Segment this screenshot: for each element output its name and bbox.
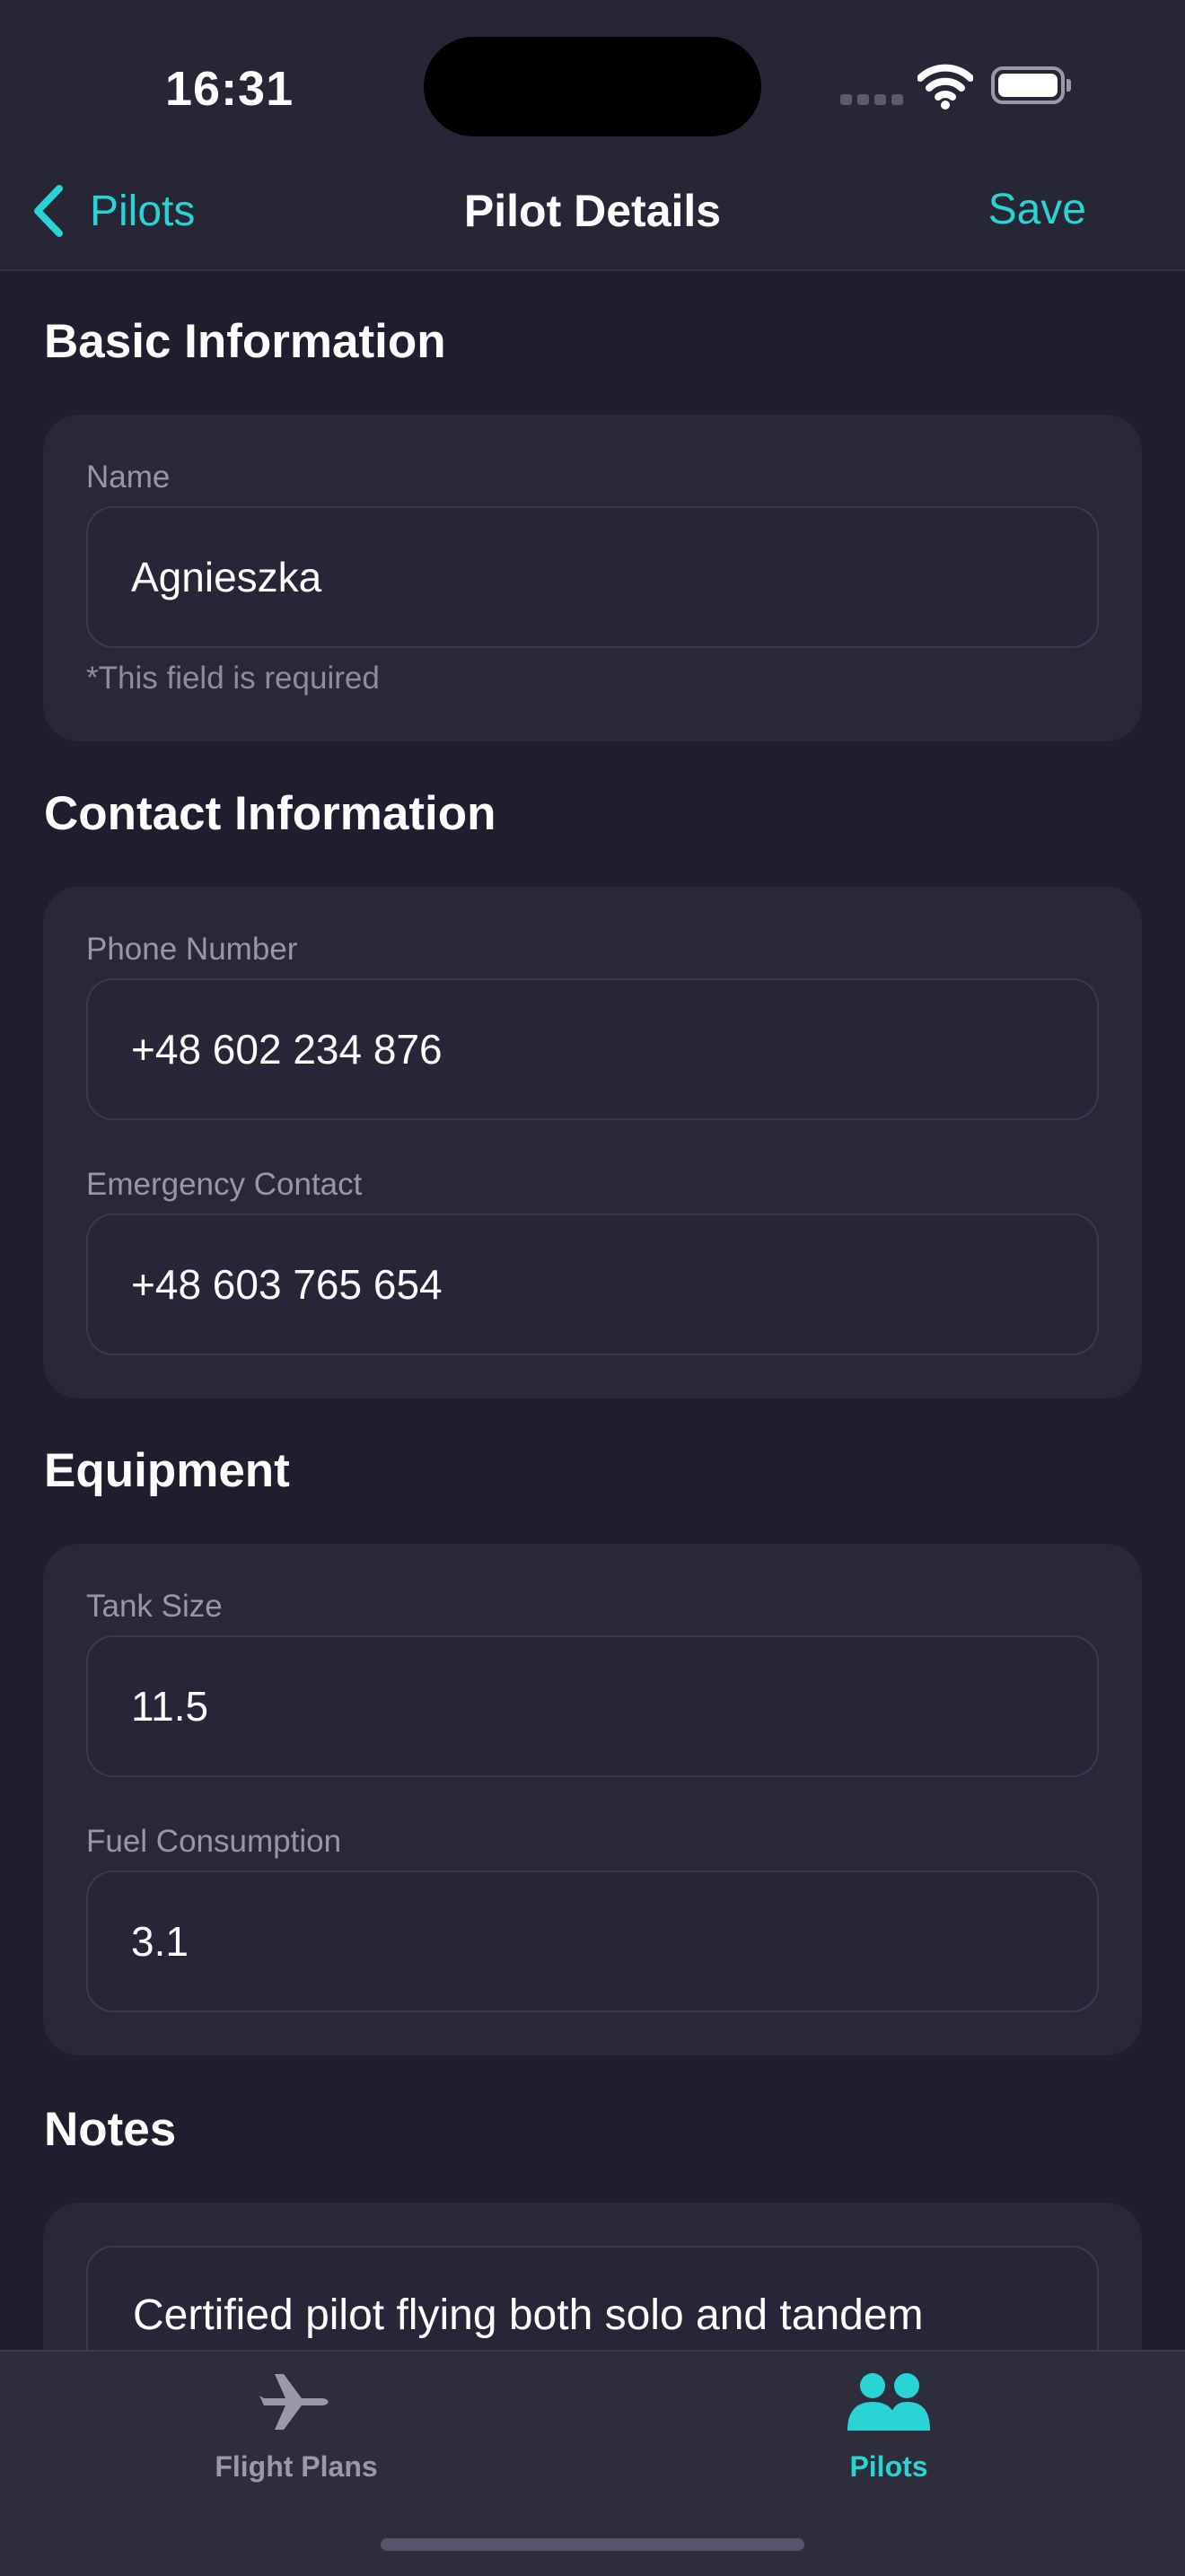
tank-size-label: Tank Size xyxy=(86,1589,223,1624)
name-input[interactable]: Agnieszka xyxy=(86,506,1099,648)
save-button[interactable]: Save xyxy=(988,185,1086,234)
tab-flight-plans[interactable]: Flight Plans xyxy=(0,2352,592,2513)
name-label: Name xyxy=(86,460,171,495)
tab-flight-plans-label: Flight Plans xyxy=(215,2450,378,2483)
navigation-header: 16:31 Pilots Pilot Details Save xyxy=(0,0,1185,271)
section-title-basic-information: Basic Information xyxy=(44,315,446,368)
tab-pilots-label: Pilots xyxy=(849,2450,928,2483)
battery-icon xyxy=(991,66,1071,104)
section-title-notes: Notes xyxy=(44,2103,177,2156)
dynamic-island xyxy=(424,37,761,136)
fuel-consumption-input[interactable]: 3.1 xyxy=(86,1871,1099,2012)
wifi-icon xyxy=(917,64,973,110)
section-title-equipment: Equipment xyxy=(44,1444,290,1497)
section-title-contact-information: Contact Information xyxy=(44,787,496,840)
emergency-contact-input[interactable]: +48 603 765 654 xyxy=(86,1214,1099,1355)
people-icon xyxy=(847,2373,930,2431)
tab-pilots[interactable]: Pilots xyxy=(592,2352,1185,2513)
home-indicator xyxy=(381,2538,804,2551)
airplane-icon xyxy=(259,2374,329,2430)
name-required-hint: *This field is required xyxy=(86,661,380,696)
emergency-contact-label: Emergency Contact xyxy=(86,1167,363,1202)
cellular-signal-icon xyxy=(840,94,903,107)
status-time: 16:31 xyxy=(165,62,294,116)
tank-size-input[interactable]: 11.5 xyxy=(86,1635,1099,1777)
phone-number-label: Phone Number xyxy=(86,932,298,967)
phone-number-input[interactable]: +48 602 234 876 xyxy=(86,978,1099,1120)
fuel-consumption-label: Fuel Consumption xyxy=(86,1824,342,1859)
